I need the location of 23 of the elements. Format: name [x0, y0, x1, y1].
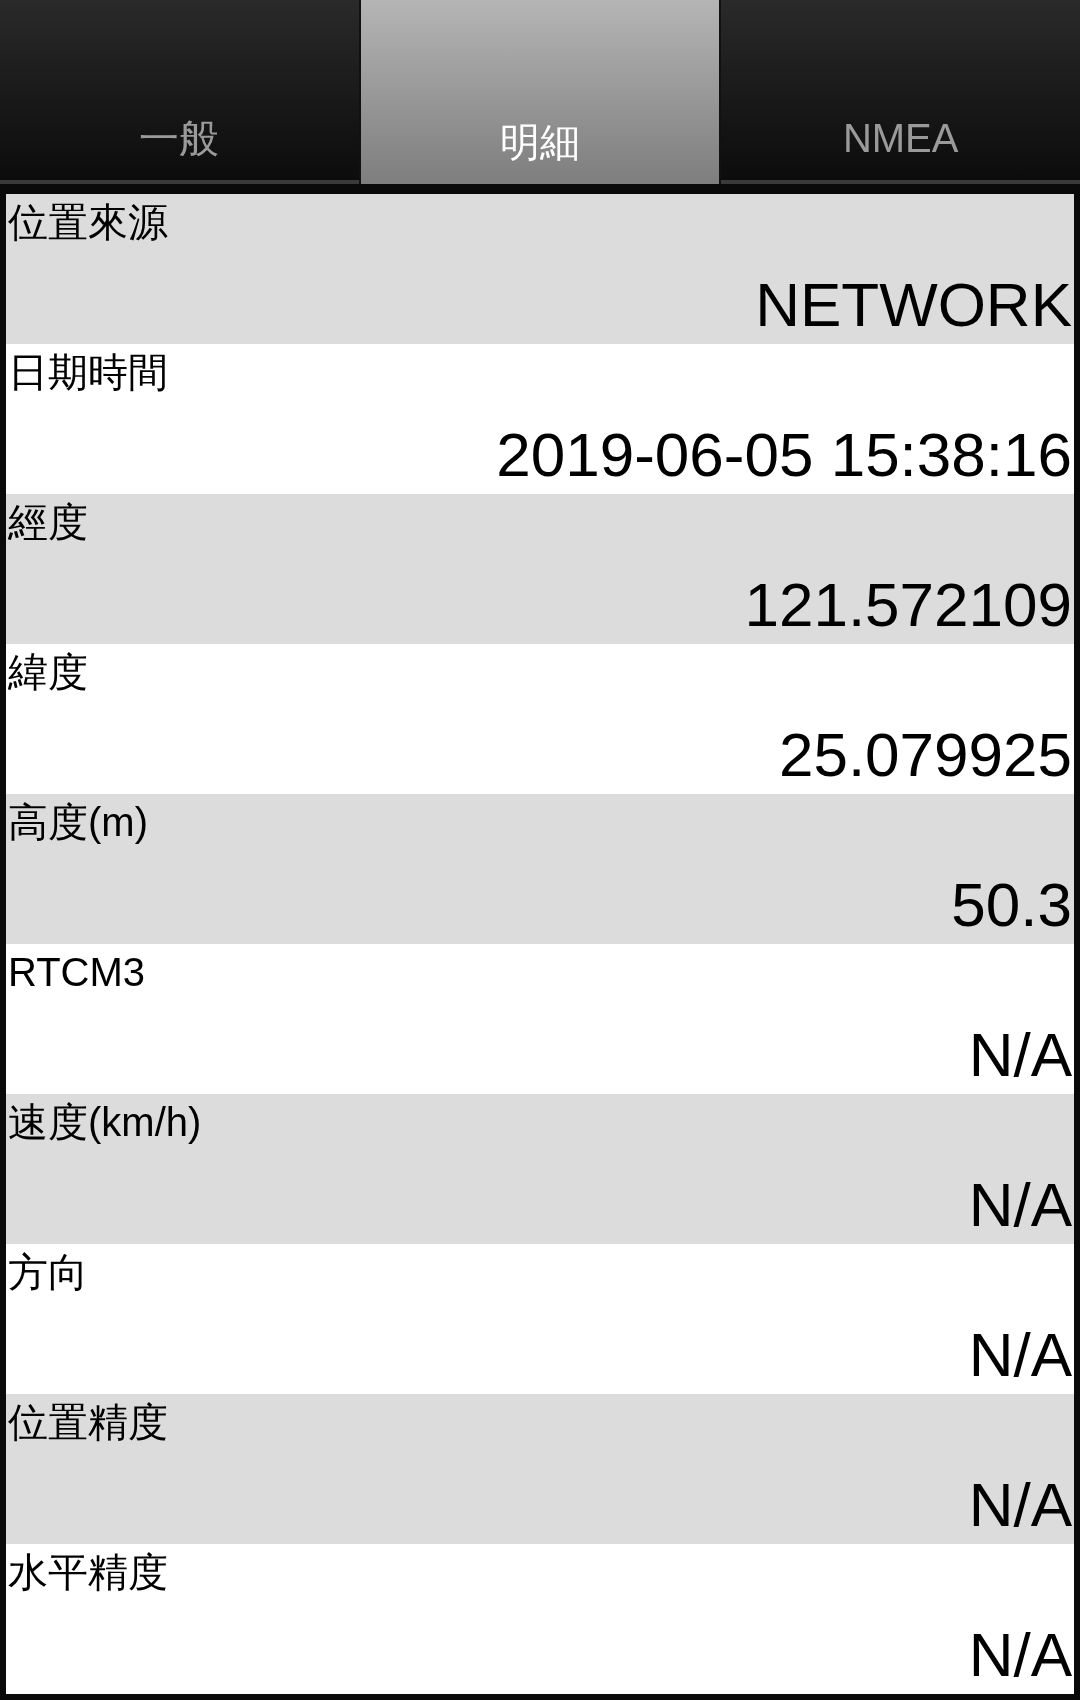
- field-value: N/A: [968, 1320, 1072, 1390]
- tab[interactable]: 一般: [0, 0, 359, 184]
- field-value: 25.079925: [778, 720, 1072, 790]
- tab[interactable]: NMEA: [721, 0, 1080, 184]
- field-value: 121.572109: [744, 570, 1072, 640]
- field-label: RTCM3: [8, 949, 146, 996]
- field-value: N/A: [968, 1020, 1072, 1090]
- field-value: N/A: [968, 1470, 1072, 1540]
- field-label: 經度: [8, 499, 88, 546]
- field-label: 水平精度: [8, 1549, 168, 1596]
- field-value: 2019-06-05 15:38:16: [496, 420, 1072, 490]
- field-value: N/A: [968, 1620, 1072, 1690]
- field-label: 位置來源: [8, 199, 168, 246]
- field-value: NETWORK: [755, 270, 1072, 340]
- field-label: 方向: [8, 1249, 88, 1296]
- field-value: N/A: [968, 1170, 1072, 1240]
- tab[interactable]: 明細: [360, 0, 720, 184]
- field-label: 日期時間: [8, 349, 168, 396]
- field-label: 速度(km/h): [8, 1099, 202, 1146]
- field-label: 位置精度: [8, 1399, 168, 1446]
- field-label: 高度(m): [8, 799, 148, 846]
- field-value: 50.3: [951, 870, 1072, 940]
- field-label: 緯度: [8, 649, 88, 696]
